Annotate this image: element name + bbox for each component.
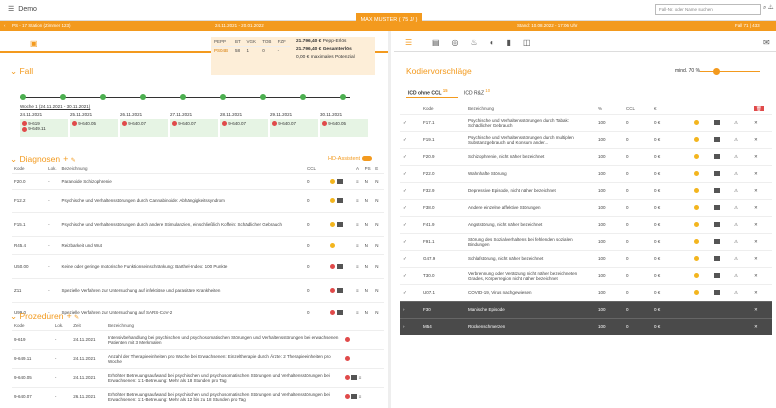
table-row[interactable]: ✓ G47.9 Schlafstörung, nicht näher bezeich… [400, 249, 772, 267]
table-row[interactable]: F15.1- Psychische und Verhaltensstörungen… [12, 211, 384, 236]
timeline-node[interactable] [300, 94, 306, 100]
edit-icon[interactable]: ✎ [74, 315, 79, 321]
add-diagnosis-icon[interactable]: + [63, 154, 68, 164]
table-row-dark[interactable]: › F30 Manische Episode 100 0 0 € ✕ [400, 300, 772, 318]
timeline-node[interactable] [220, 94, 226, 100]
table-row[interactable]: 9-619-24.11.2021 Intensivbehandlung bei p… [12, 329, 384, 349]
prozeduren-table: Kode Lok. Zeit Bezeichnung 9-619-24.11.2021… [12, 322, 384, 406]
toolbar-icons[interactable]: ▤◎♨◐▮◫ [432, 38, 543, 47]
timeline-node[interactable] [260, 94, 266, 100]
threshold-slider[interactable] [700, 71, 760, 72]
table-row[interactable]: F20.0- Paranoide Schizophrenie 0 ≡ N N [12, 172, 384, 189]
day-cell[interactable]: 9-640.05 [320, 119, 368, 137]
active-tab-underline [406, 97, 458, 98]
timeline-node[interactable] [340, 94, 346, 100]
threshold-label: mind. 70 % [675, 68, 701, 74]
kodier-table: Kode Bezeichnung% CCL € 🗑 ✓ F17.1 Psychische u… [400, 104, 772, 335]
table-row[interactable]: ✓ F32.9 Depressive Episode, nicht näher be… [400, 181, 772, 199]
table-row[interactable]: ✓ F17.1 Psychische und Verhaltensstörungen… [400, 113, 772, 131]
patient-badge: MAX MUSTER ( 75 J/ ) [356, 13, 422, 27]
table-row[interactable]: ✓ F22.0 Wahnhafte Störung 100 0 0 € ⚠ ✕ [400, 164, 772, 182]
table-row[interactable]: ✓ F38.0 Andere einzelne affektive Störunge… [400, 198, 772, 216]
case-counter: Fall 71 | 433 [735, 23, 760, 28]
tab-icd-rz[interactable]: ICD R&Z 10 [464, 88, 490, 97]
station-label: PS - 17 Station (Zimmer 123) [12, 23, 71, 28]
chat-icon[interactable]: ✉ [763, 38, 770, 47]
timeline-node[interactable] [100, 94, 106, 100]
tab-divider [394, 51, 776, 52]
table-row[interactable]: ✓ F91.1 Störung des Sozialverhaltens bei f… [400, 232, 772, 250]
table-row-dark[interactable]: › M54 Rückenschmerzen 100 0 0 € ✕ [400, 317, 772, 335]
back-icon[interactable]: ‹ [4, 21, 6, 31]
prozeduren-section-title[interactable]: ⌄ Prozeduren + ✎ [10, 311, 79, 322]
stand-label: Stand: 10.08.2022 - 17:06 Uhr [517, 23, 578, 28]
tab-icd-ohne-ccl[interactable]: ICD ohne CCL 15 [408, 88, 448, 97]
week-label[interactable]: Woche 1 (24.11.2021 - 30.11.2021) [20, 104, 90, 109]
day-cell[interactable]: 9-619 9-649.11 [20, 119, 68, 137]
list-tab-icon[interactable]: ☰ [405, 38, 412, 47]
table-row[interactable]: R45.4- Reizbarkeit und Wut 0 ≡ N N [12, 235, 384, 254]
day-cell[interactable]: 9-640.07 [270, 119, 318, 137]
diagnosen-table: Kode Lok. Bezeichnung CCL A PS E F20.0- Paranoi… [12, 165, 384, 322]
timeline-node[interactable] [180, 94, 186, 100]
table-row[interactable]: F12.2- Psychische und Verhaltensstörungen… [12, 188, 384, 212]
table-row[interactable]: ✓ F41.9 Angststörung, nicht näher bezeichn… [400, 215, 772, 233]
table-row[interactable]: 9-649.11-24.11.2021 Anzahl der Therapieei… [12, 348, 384, 368]
table-row[interactable]: Z11- Spezielle Verfahren zur Untersuchung… [12, 277, 384, 302]
hd-assistent-toggle[interactable]: HD-Assistent [328, 156, 372, 162]
date-range: 24.11.2021 - 20.01.2022 [215, 23, 264, 28]
delete-all-icon[interactable]: 🗑 [754, 105, 764, 111]
table-row[interactable]: ✓ U07.1 COVID-19, Virus nachgewiesen 100 0 0 … [400, 283, 772, 301]
add-procedure-icon[interactable]: + [66, 311, 71, 321]
table-row[interactable]: U50.00- Keine oder geringe motorische Fun… [12, 253, 384, 278]
kodier-title: Kodiervorschläge [406, 66, 472, 76]
day-cell[interactable]: 9-640.05 [70, 119, 118, 137]
slider-handle[interactable] [713, 68, 720, 75]
table-row[interactable]: 9-640.07-26.11.2021 Erhöhter Betreuungsau… [12, 386, 384, 406]
diagnosen-section-title[interactable]: ⌄ Diagnosen + ✎ [10, 154, 76, 165]
fall-section-title[interactable]: ⌄ Fall [10, 66, 33, 77]
fall-header-table: PEPP BT VGK TOB FZF PS04B 58 1 0- [212, 38, 290, 54]
day-cell[interactable]: 9-640.07 [220, 119, 268, 137]
timeline-node[interactable] [60, 94, 66, 100]
panel-divider[interactable] [388, 31, 391, 408]
table-row[interactable]: 9-640.05-24.11.2021 Erhöhter Betreuungsau… [12, 367, 384, 387]
table-row[interactable]: ✓ F19.1 Psychische und Verhaltensstörungen… [400, 130, 772, 148]
day-cell[interactable]: 9-640.07 [120, 119, 168, 137]
app-menu[interactable]: ☰ Demo [8, 5, 37, 13]
case-tab-icon[interactable]: ▣ [30, 39, 38, 48]
timeline-node[interactable] [140, 94, 146, 100]
search-icon[interactable]: ⌕ ⚠ [763, 5, 773, 12]
table-row[interactable]: ✓ F20.9 Schizophrenie, nicht näher bezeich… [400, 147, 772, 165]
erloes-list: 21.796,40 € Pepp-Erlös 21.796,40 € Gesam… [296, 39, 355, 60]
hamburger-icon[interactable]: ☰ [8, 6, 14, 13]
app-title: Demo [18, 6, 37, 13]
edit-icon[interactable]: ✎ [71, 158, 76, 164]
timeline-node[interactable] [20, 94, 26, 100]
table-row[interactable]: ✓ T30.0 Verbrennung oder Verätzung nicht n… [400, 266, 772, 284]
search-input[interactable]: Fall-Nr. oder Name suchen [655, 4, 761, 15]
day-cell[interactable]: 9-640.07 [170, 119, 218, 137]
